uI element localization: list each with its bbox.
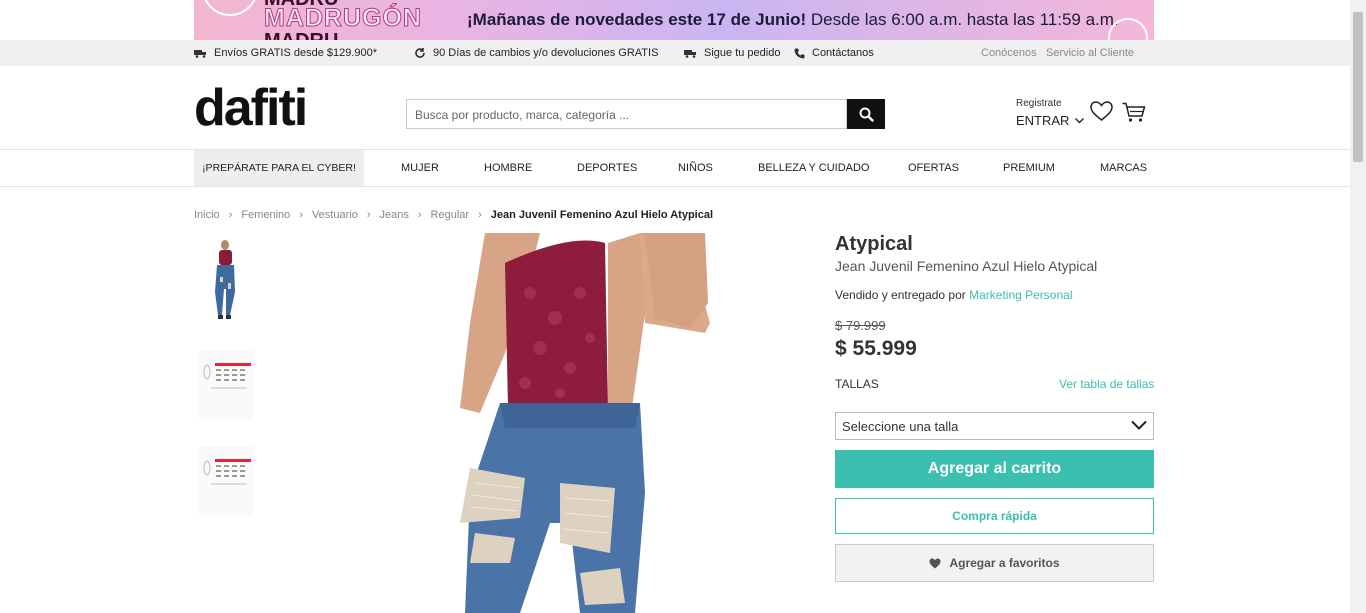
size-guide-link[interactable]: Ver tabla de tallas [1059, 377, 1154, 391]
returns-link[interactable]: 90 Días de cambios y/o devoluciones GRAT… [414, 47, 658, 59]
product-page: MADRU MADRU MADRUGÓN ¡Mañanas de novedad… [0, 0, 1366, 613]
breadcrumb: Inicio › Femenino › Vestuario › Jeans › … [194, 209, 713, 221]
promo-message-rest: Desde las 6:00 a.m. hasta las 11:59 a.m. [806, 10, 1119, 29]
decor-circle-icon [202, 0, 258, 16]
login-dropdown[interactable]: ENTRAR [1016, 113, 1085, 128]
truck-icon [684, 49, 696, 58]
breadcrumb-current: Jean Juvenil Femenino Azul Hielo Atypica… [490, 209, 714, 221]
main-product-image[interactable] [430, 233, 710, 613]
track-order-link[interactable]: Sigue tu pedido [684, 47, 780, 59]
scrollbar-thumb[interactable] [1353, 12, 1363, 162]
chevron-down-icon [1131, 420, 1147, 430]
sale-price: $ 55.999 [835, 337, 917, 360]
breadcrumb-link[interactable]: Inicio [194, 209, 220, 221]
chevron-right-icon: › [299, 209, 303, 221]
truck-icon [194, 49, 206, 58]
chevron-right-icon: › [478, 209, 482, 221]
chevron-right-icon: › [366, 209, 371, 221]
wishlist-button[interactable] [1090, 101, 1113, 127]
contact-text: Contáctanos [812, 47, 874, 59]
main-nav: ¡PREPÁRATE PARA EL CYBER! MUJER HOMBRE D… [0, 149, 1350, 187]
breadcrumb-link[interactable]: Femenino [241, 209, 290, 221]
cart-icon [1122, 102, 1146, 122]
sizes-label: TALLAS [835, 377, 879, 391]
free-shipping-link[interactable]: Envíos GRATIS desde $129.900* [194, 47, 377, 59]
track-order-text: Sigue tu pedido [704, 47, 781, 59]
product-brand[interactable]: Atypical [835, 233, 913, 256]
add-to-favorites-label: Agregar a favoritos [949, 556, 1060, 570]
nav-item-mujer[interactable]: MUJER [401, 150, 439, 186]
breadcrumb-link[interactable]: Regular [431, 209, 470, 221]
chevron-right-icon: › [228, 209, 233, 221]
login-label: ENTRAR [1016, 113, 1070, 128]
nav-item-premium[interactable]: PREMIUM [1003, 150, 1055, 186]
add-to-favorites-button[interactable]: Agregar a favoritos [835, 544, 1154, 582]
register-link[interactable]: Registrate [1016, 98, 1084, 109]
cart-button[interactable] [1122, 102, 1146, 128]
breadcrumb-link[interactable]: Vestuario [312, 209, 358, 221]
size-select[interactable]: Seleccione una talla [835, 412, 1154, 440]
seller-link[interactable]: Marketing Personal [969, 288, 1072, 302]
dafiti-logo[interactable]: dafiti [194, 82, 308, 134]
chevron-down-icon [1075, 117, 1085, 123]
search-button[interactable] [847, 99, 885, 129]
breadcrumb-link[interactable]: Jeans [380, 209, 409, 221]
product-thumbnail[interactable] [199, 237, 253, 321]
nav-item-deportes[interactable]: DEPORTES [577, 150, 637, 186]
nav-item-ninos[interactable]: NIÑOS [678, 150, 713, 186]
customer-service-link[interactable]: Servicio al Cliente [1046, 47, 1134, 59]
nav-item-marcas[interactable]: MARCAS [1100, 150, 1147, 186]
nav-item-ofertas[interactable]: OFERTAS [908, 150, 959, 186]
contact-link[interactable]: Contáctanos [794, 47, 874, 59]
heart-icon [1090, 101, 1113, 121]
returns-text: 90 Días de cambios y/o devoluciones GRAT… [433, 47, 659, 59]
search-input[interactable]: Busca por producto, marca, categoría ... [406, 99, 847, 129]
promo-brand-word: MADRUGÓN [264, 4, 422, 33]
refresh-icon [415, 48, 425, 58]
product-name: Jean Juvenil Femenino Azul Hielo Atypica… [835, 258, 1098, 274]
chevron-right-icon: › [417, 209, 422, 221]
heart-icon [929, 558, 941, 568]
phone-icon [794, 48, 805, 58]
original-price: $ 79.999 [835, 318, 886, 333]
size-select-value: Seleccione una talla [842, 419, 959, 434]
search-icon [859, 107, 874, 122]
size-chart-thumbnail[interactable] [199, 350, 253, 434]
nav-item-hombre[interactable]: HOMBRE [484, 150, 532, 186]
nav-item-cyber[interactable]: ¡PREPÁRATE PARA EL CYBER! [194, 150, 364, 186]
about-link[interactable]: Conócenos [981, 47, 1037, 59]
seller-prefix: Vendido y entregado por [835, 288, 970, 302]
promo-message: ¡Mañanas de novedades este 17 de Junio! … [467, 10, 1119, 30]
seller-info: Vendido y entregado por Marketing Person… [835, 288, 1073, 302]
free-shipping-text: Envíos GRATIS desde $129.900* [214, 47, 378, 59]
promo-message-bold: ¡Mañanas de novedades este 17 de Junio! [467, 10, 807, 29]
top-info-bar: Envíos GRATIS desde $129.900* 90 Días de… [0, 40, 1350, 66]
promo-banner[interactable]: MADRU MADRU MADRUGÓN ¡Mañanas de novedad… [194, 0, 1154, 40]
nav-item-belleza[interactable]: BELLEZA Y CUIDADO [758, 150, 869, 186]
add-to-cart-button[interactable]: Agregar al carrito [835, 450, 1154, 488]
account-menu[interactable]: Registrate ENTRAR [1016, 98, 1085, 128]
size-chart-thumbnail[interactable] [199, 446, 253, 530]
page-scrollbar[interactable] [1350, 0, 1366, 613]
quick-buy-button[interactable]: Compra rápida [835, 498, 1154, 534]
